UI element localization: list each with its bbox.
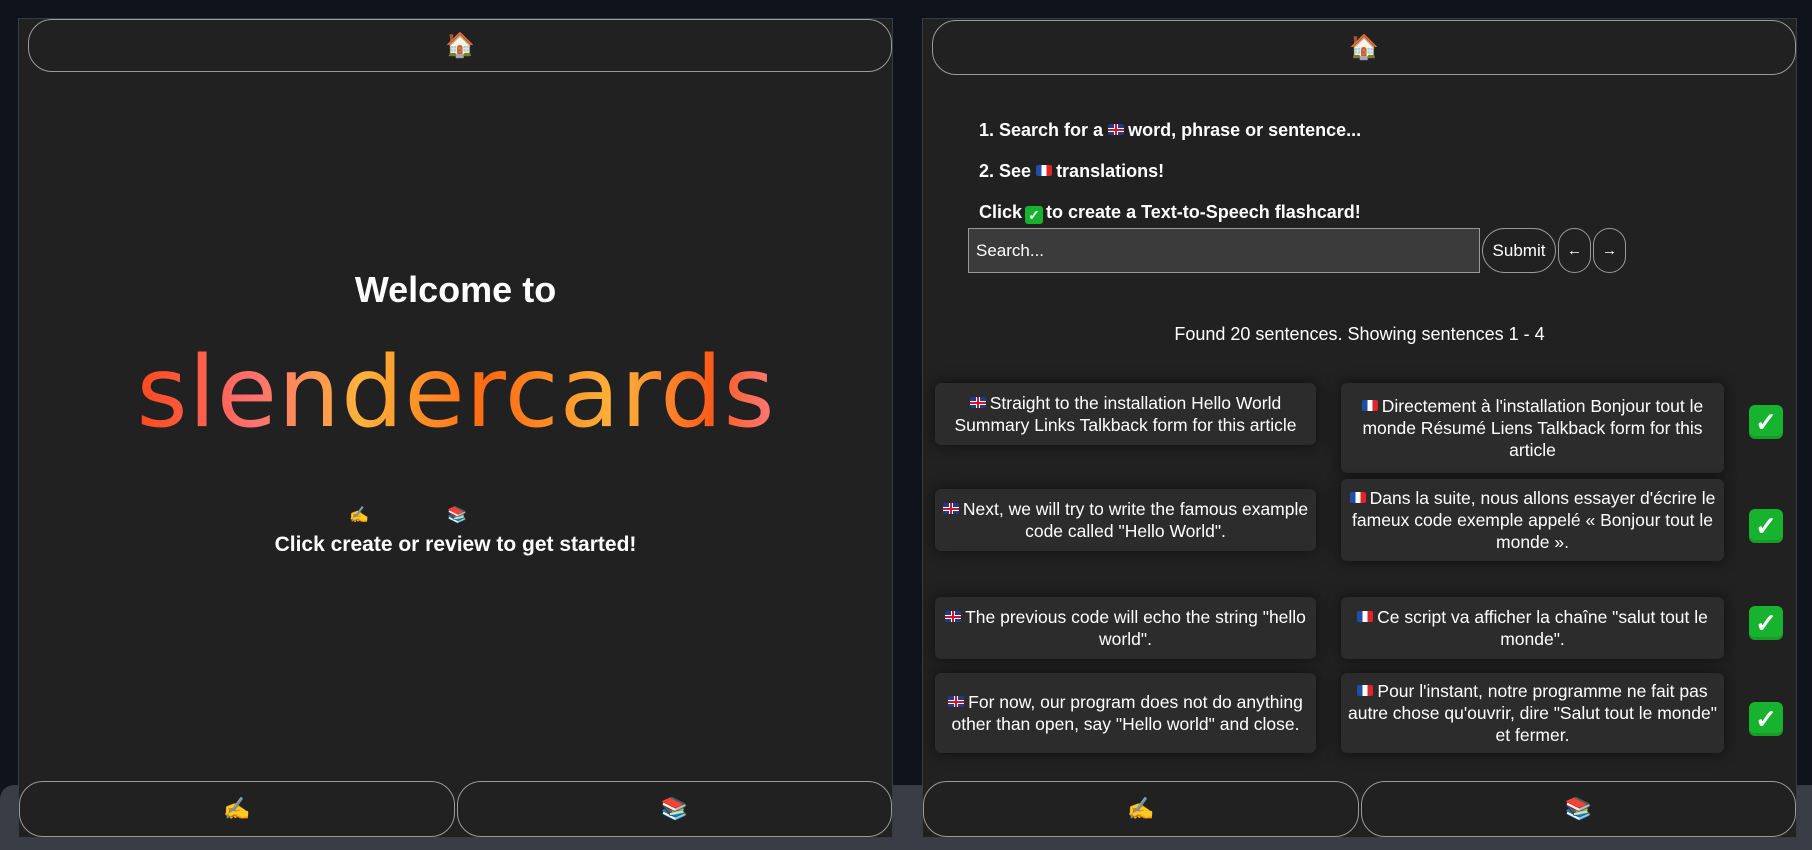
create-mini-icon: ✍️ [349,507,369,524]
instruction-step-1: 1. Search for a word, phrase or sentence… [979,120,1361,141]
home-button[interactable]: 🏠 [28,19,892,72]
instruction-step-2: 2. See translations! [979,161,1164,182]
english-sentence-card: For now, our program does not do anythin… [935,673,1316,753]
uk-flag-icon [969,397,986,408]
writing-hand-icon: ✍️ [1127,796,1155,821]
french-sentence-card: Ce script va afficher la chaîne "salut t… [1341,597,1724,659]
fr-flag-icon [1036,165,1053,176]
home-icon: 🏠 [1349,34,1379,61]
check-icon: ✓ [1025,206,1044,224]
create-flashcard-button[interactable]: ✓ [1749,606,1783,640]
search-bar: Submit ← → [968,228,1626,273]
writing-hand-icon: ✍️ [223,796,251,821]
review-button[interactable]: 📚 [1360,781,1796,837]
bottom-nav: ✍️ 📚 [19,781,892,837]
create-flashcard-button[interactable]: ✓ [1749,509,1783,543]
results-count: Found 20 sentences. Showing sentences 1 … [1174,324,1545,344]
instruction-text: word, phrase or sentence... [1128,120,1362,140]
previous-page-button[interactable]: ← [1558,228,1591,273]
bottom-nav: ✍️ 📚 [923,781,1796,837]
instruction-text: 2. See [979,161,1032,181]
english-sentence: Next, we will try to write the famous ex… [962,499,1309,541]
get-started-text: Click create or review to get started! [274,533,637,556]
english-sentence-card: Next, we will try to write the famous ex… [935,489,1316,551]
uk-flag-icon [945,611,962,622]
uk-flag-icon [942,503,959,514]
uk-flag-icon [1108,124,1125,135]
fr-flag-icon [1361,400,1378,411]
create-flashcard-button[interactable]: ✓ [1749,702,1783,736]
welcome-panel: 🏠 Welcome to slendercards ✍️ 📚 Click cre… [18,18,893,838]
english-sentence-card: Straight to the installation Hello World… [935,383,1316,445]
instruction-text: translations! [1056,161,1165,181]
french-sentence: Directement à l'installation Bonjour tou… [1362,396,1704,460]
french-sentence-card: Directement à l'installation Bonjour tou… [1341,383,1724,473]
create-flashcard-button[interactable]: ✓ [1749,405,1783,439]
french-sentence: Dans la suite, nous allons essayer d'écr… [1352,488,1716,552]
review-mini-icon: 📚 [447,507,467,524]
instruction-text: to create a Text-to-Speech flashcard! [1046,202,1361,222]
home-icon: 🏠 [445,32,475,59]
welcome-heading: Welcome to [354,269,557,310]
fr-flag-icon [1357,685,1374,696]
instruction-text: 1. Search for a [979,120,1104,140]
uk-flag-icon [948,696,965,707]
english-sentence: The previous code will echo the string "… [965,607,1306,649]
brand-logo: slendercards [19,334,892,454]
french-sentence: Ce script va afficher la chaîne "salut t… [1377,607,1708,649]
create-button[interactable]: ✍️ [923,781,1359,837]
instruction-step-3: Click ✓ to create a Text-to-Speech flashca… [979,202,1361,224]
home-button[interactable]: 🏠 [932,20,1796,75]
books-icon: 📚 [1564,796,1592,821]
fr-flag-icon [1349,492,1366,503]
english-sentence-card: The previous code will echo the string "… [935,597,1316,659]
fr-flag-icon [1357,611,1374,622]
create-panel: 🏠 1. Search for a word, phrase or senten… [922,18,1797,838]
french-sentence: Pour l'instant, notre programme ne fait … [1348,681,1717,745]
brand-wordmark: slendercards [136,336,775,450]
next-page-button[interactable]: → [1593,228,1626,273]
submit-button[interactable]: Submit [1482,228,1556,273]
search-input[interactable] [968,228,1480,273]
french-sentence-card: Pour l'instant, notre programme ne fait … [1341,673,1724,753]
create-button[interactable]: ✍️ [19,781,455,837]
english-sentence: For now, our program does not do anythin… [951,692,1303,734]
french-sentence-card: Dans la suite, nous allons essayer d'écr… [1341,479,1724,561]
instruction-text: Click [979,202,1023,222]
english-sentence: Straight to the installation Hello World… [954,393,1297,435]
review-button[interactable]: 📚 [456,781,892,837]
books-icon: 📚 [660,796,688,821]
